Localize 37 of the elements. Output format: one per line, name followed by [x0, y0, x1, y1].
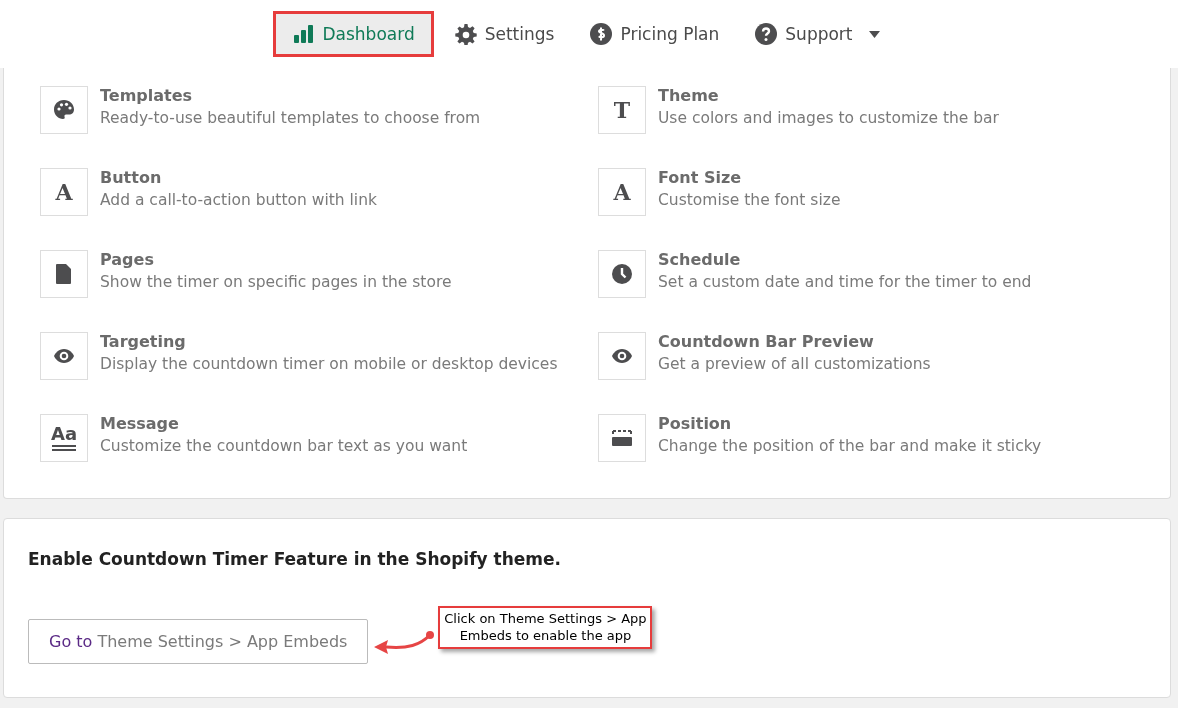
- feature-title: Countdown Bar Preview: [658, 332, 875, 351]
- feature-title: Templates: [100, 86, 194, 105]
- feature-title: Pages: [100, 250, 155, 269]
- feature-description: Customise the font size: [658, 191, 841, 209]
- feature-description: Set a custom date and time for the timer to end: [658, 273, 1032, 291]
- feature-title: Button: [100, 168, 163, 187]
- palette-icon: [52, 98, 76, 122]
- feature-description: Show the timer on specific pages in the store: [100, 273, 452, 291]
- feature-description: Get a preview of all customizations: [658, 355, 931, 373]
- feature-title: Message: [100, 414, 180, 433]
- nav-tab[interactable]: Dashboard: [274, 12, 433, 56]
- bar-chart-icon: [292, 23, 315, 45]
- feature-title: Targeting: [100, 332, 187, 351]
- feature-title: Schedule: [658, 250, 742, 269]
- feature-title: Position: [658, 414, 733, 433]
- feature-description: Change the position of the bar and make it sticky: [658, 437, 1042, 455]
- feature-description: Ready-to-use beautiful templates to choose from: [100, 109, 481, 127]
- theme-settings-button[interactable]: Go to Theme Settings > App Embeds: [28, 619, 369, 664]
- letter-icon: T: [598, 86, 646, 134]
- letter-icon: A: [40, 168, 88, 216]
- letter-icon: A: [598, 168, 646, 216]
- feature-title: Font Size: [658, 168, 743, 187]
- nav-tab[interactable]: Settings: [440, 12, 569, 56]
- text-style-icon: Aa: [40, 414, 88, 462]
- dollar-icon: [590, 23, 613, 45]
- feature-description: Add a call-to-action button with link: [100, 191, 377, 209]
- feature-description: Customize the countdown bar text as you want: [100, 437, 468, 455]
- feature-description: Use colors and images to customize the bar: [658, 109, 999, 127]
- help-icon: [755, 23, 778, 45]
- nav-tab[interactable]: Support: [741, 12, 894, 56]
- feature-description: Display the countdown timer on mobile or desktop devices: [100, 355, 558, 373]
- feature-title: Theme: [658, 86, 720, 105]
- nav-tab[interactable]: Pricing Plan: [576, 12, 734, 56]
- callout-note: Click on Theme Settings > App Embeds to enable the app: [438, 605, 653, 650]
- card-heading: Enable Countdown Timer Feature in the Shopify theme.: [28, 549, 563, 569]
- clock-icon: [610, 262, 634, 286]
- settings-icon: [454, 23, 477, 45]
